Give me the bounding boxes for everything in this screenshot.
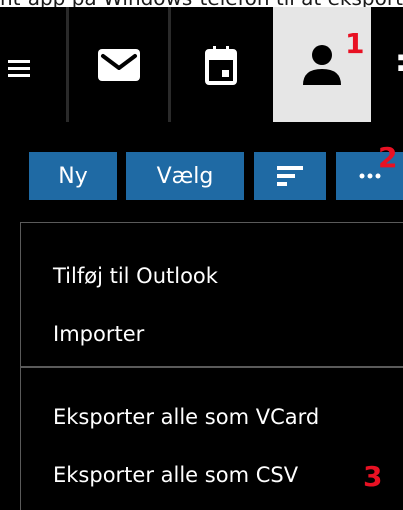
menu-item-export-csv[interactable]: Eksporter alle som CSV [53,462,298,488]
sort-icon [277,166,303,186]
people-app: 1 : Ny Vælg 2 Tilføj til Outlook Importe… [0,7,403,510]
nav-tab-people[interactable] [273,7,371,122]
select-button[interactable]: Vælg [126,152,244,200]
nav-tab-mail[interactable] [69,7,168,122]
callout-1: 1 [345,27,365,60]
person-icon [303,44,341,85]
callout-2: 2 [378,141,398,174]
more-options-menu: Tilføj til Outlook Importer Eksporter al… [20,222,403,510]
menu-item-export-vcard[interactable]: Eksporter alle som VCard [53,404,319,430]
menu-item-import[interactable]: Importer [53,321,144,347]
callout-3: 3 [363,460,383,493]
sort-button[interactable] [254,152,326,200]
nav-overflow-icon[interactable]: : [395,47,403,77]
menu-divider [21,366,403,368]
hamburger-menu-icon[interactable] [8,60,30,80]
calendar-icon [204,45,237,85]
new-button[interactable]: Ny [29,152,117,200]
nav-tab-calendar[interactable] [171,7,270,122]
mail-icon [97,48,140,81]
menu-item-add-to-outlook[interactable]: Tilføj til Outlook [53,263,218,289]
screenshot-stage: nt-app på Windows-telefon til at eksport… [0,0,403,510]
